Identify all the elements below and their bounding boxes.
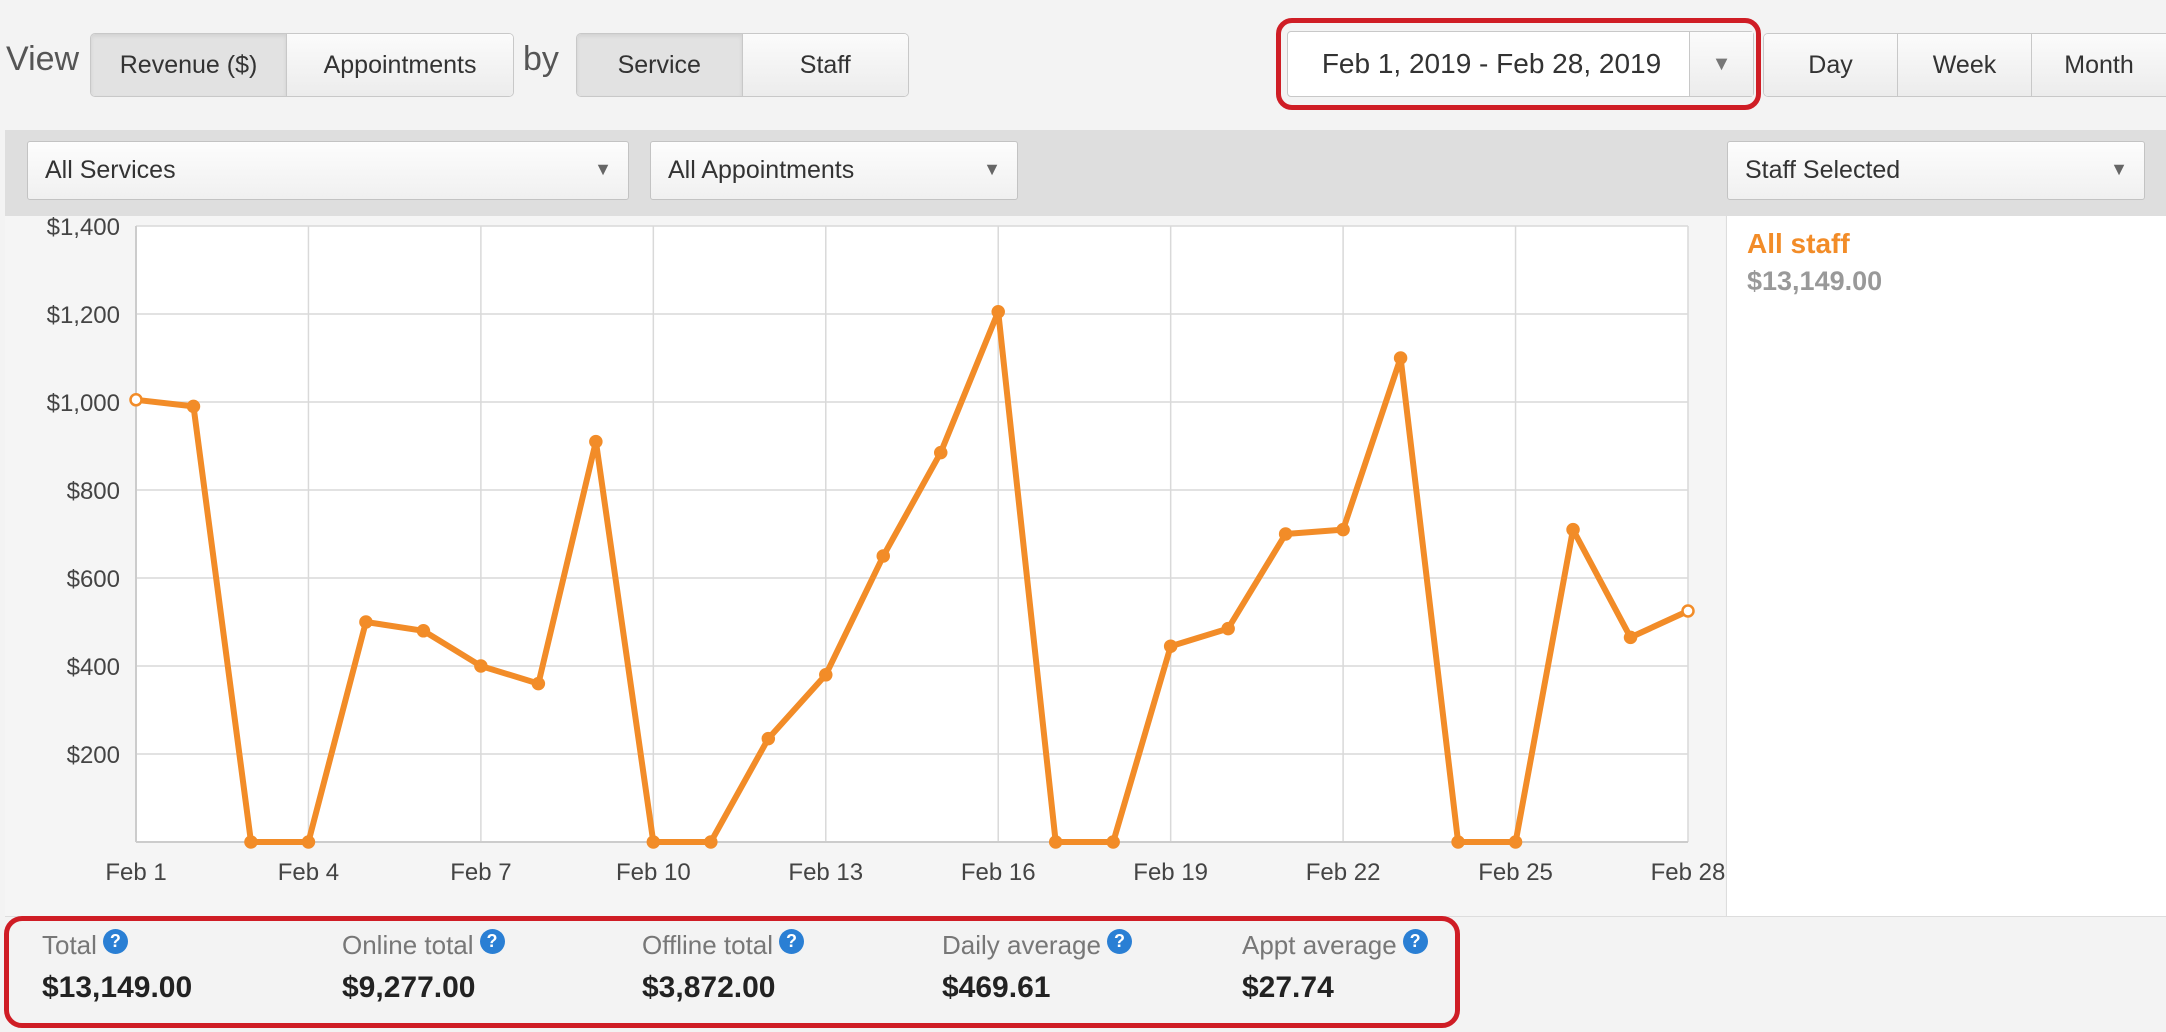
chevron-down-icon: ▼ <box>594 159 612 179</box>
data-point <box>1451 835 1465 849</box>
services-select-value: All Services <box>45 156 176 184</box>
data-point <box>129 393 143 407</box>
data-point <box>646 835 661 849</box>
data-point <box>359 615 373 629</box>
data-point <box>416 624 431 638</box>
x-tick-label: Feb 28 <box>1651 859 1725 886</box>
y-tick-label: $1,000 <box>47 390 120 417</box>
appointments-select[interactable]: All Appointments ▼ <box>650 141 1018 200</box>
summary-highlight <box>4 916 1460 1028</box>
legend-series-name[interactable]: All staff <box>1747 228 1850 260</box>
x-tick-label: Feb 7 <box>450 859 511 886</box>
y-tick-label: $600 <box>67 566 120 593</box>
x-tick-label: Feb 25 <box>1478 859 1553 886</box>
data-point <box>1048 835 1063 849</box>
data-point <box>1106 835 1120 849</box>
x-tick-label: Feb 19 <box>1133 859 1208 886</box>
x-tick-label: Feb 13 <box>788 859 863 886</box>
month-button[interactable]: Month <box>2032 34 2166 96</box>
chart-panel: $200 $400 $600 $800 $1,000 $1,200 $1,400 Feb 1 F… <box>5 216 1725 916</box>
staff-select[interactable]: Staff Selected ▼ <box>1727 141 2145 200</box>
data-point <box>1278 527 1293 541</box>
data-point <box>589 434 603 449</box>
revenue-button[interactable]: Revenue ($) <box>91 34 288 96</box>
date-range-highlight <box>1276 18 1761 110</box>
view-label: View <box>6 40 80 78</box>
data-point <box>474 659 488 673</box>
y-tick-label: $400 <box>67 654 120 681</box>
data-point <box>244 835 258 849</box>
data-point <box>301 835 316 849</box>
y-tick-label: $800 <box>67 478 120 505</box>
appointments-button[interactable]: Appointments <box>287 34 513 96</box>
day-button[interactable]: Day <box>1764 34 1898 96</box>
chevron-down-icon: ▼ <box>983 159 1001 179</box>
metric-toggle: Revenue ($) Appointments <box>90 33 514 97</box>
period-toggle: Day Week Month <box>1763 33 2166 97</box>
y-tick-label: $1,200 <box>47 302 120 329</box>
x-tick-label: Feb 1 <box>105 859 166 886</box>
data-point <box>186 399 201 414</box>
x-tick-label: Feb 4 <box>278 859 339 886</box>
data-point <box>1336 522 1350 537</box>
plot-background <box>136 226 1688 842</box>
data-point <box>933 445 948 460</box>
staff-select-value: Staff Selected <box>1745 156 1901 184</box>
dimension-toggle: Service Staff <box>576 33 909 97</box>
data-point <box>531 676 546 691</box>
data-point <box>819 668 833 682</box>
data-point <box>704 835 718 849</box>
appointments-select-value: All Appointments <box>668 156 855 184</box>
x-tick-label: Feb 22 <box>1306 859 1381 886</box>
revenue-line-chart: $200 $400 $600 $800 $1,000 $1,200 $1,400 Feb 1 F… <box>47 216 1725 886</box>
filter-bar: All Services ▼ All Appointments ▼ Staff … <box>5 130 2166 216</box>
data-point <box>1221 621 1235 636</box>
y-tick-label: $1,400 <box>47 216 120 241</box>
staff-button[interactable]: Staff <box>742 34 908 96</box>
data-point <box>1163 639 1178 653</box>
y-tick-label: $200 <box>67 742 120 769</box>
week-button[interactable]: Week <box>1898 34 2032 96</box>
data-point <box>1623 630 1638 645</box>
data-point <box>761 731 776 746</box>
by-label: by <box>523 40 559 78</box>
data-point <box>991 305 1005 319</box>
legend-panel: All staff $13,149.00 <box>1726 216 2166 916</box>
x-tick-label: Feb 16 <box>961 859 1036 886</box>
toolbar: View Revenue ($) Appointments by Service… <box>0 0 2166 130</box>
legend-series-total: $13,149.00 <box>1747 266 1883 296</box>
service-button[interactable]: Service <box>577 34 743 96</box>
data-point <box>1393 351 1408 365</box>
x-tick-label: Feb 10 <box>616 859 691 886</box>
data-point <box>1508 835 1523 849</box>
services-select[interactable]: All Services ▼ <box>27 141 629 200</box>
data-point <box>1566 522 1580 537</box>
data-point <box>1681 604 1695 618</box>
chevron-down-icon: ▼ <box>2110 159 2128 179</box>
data-point <box>876 549 891 563</box>
